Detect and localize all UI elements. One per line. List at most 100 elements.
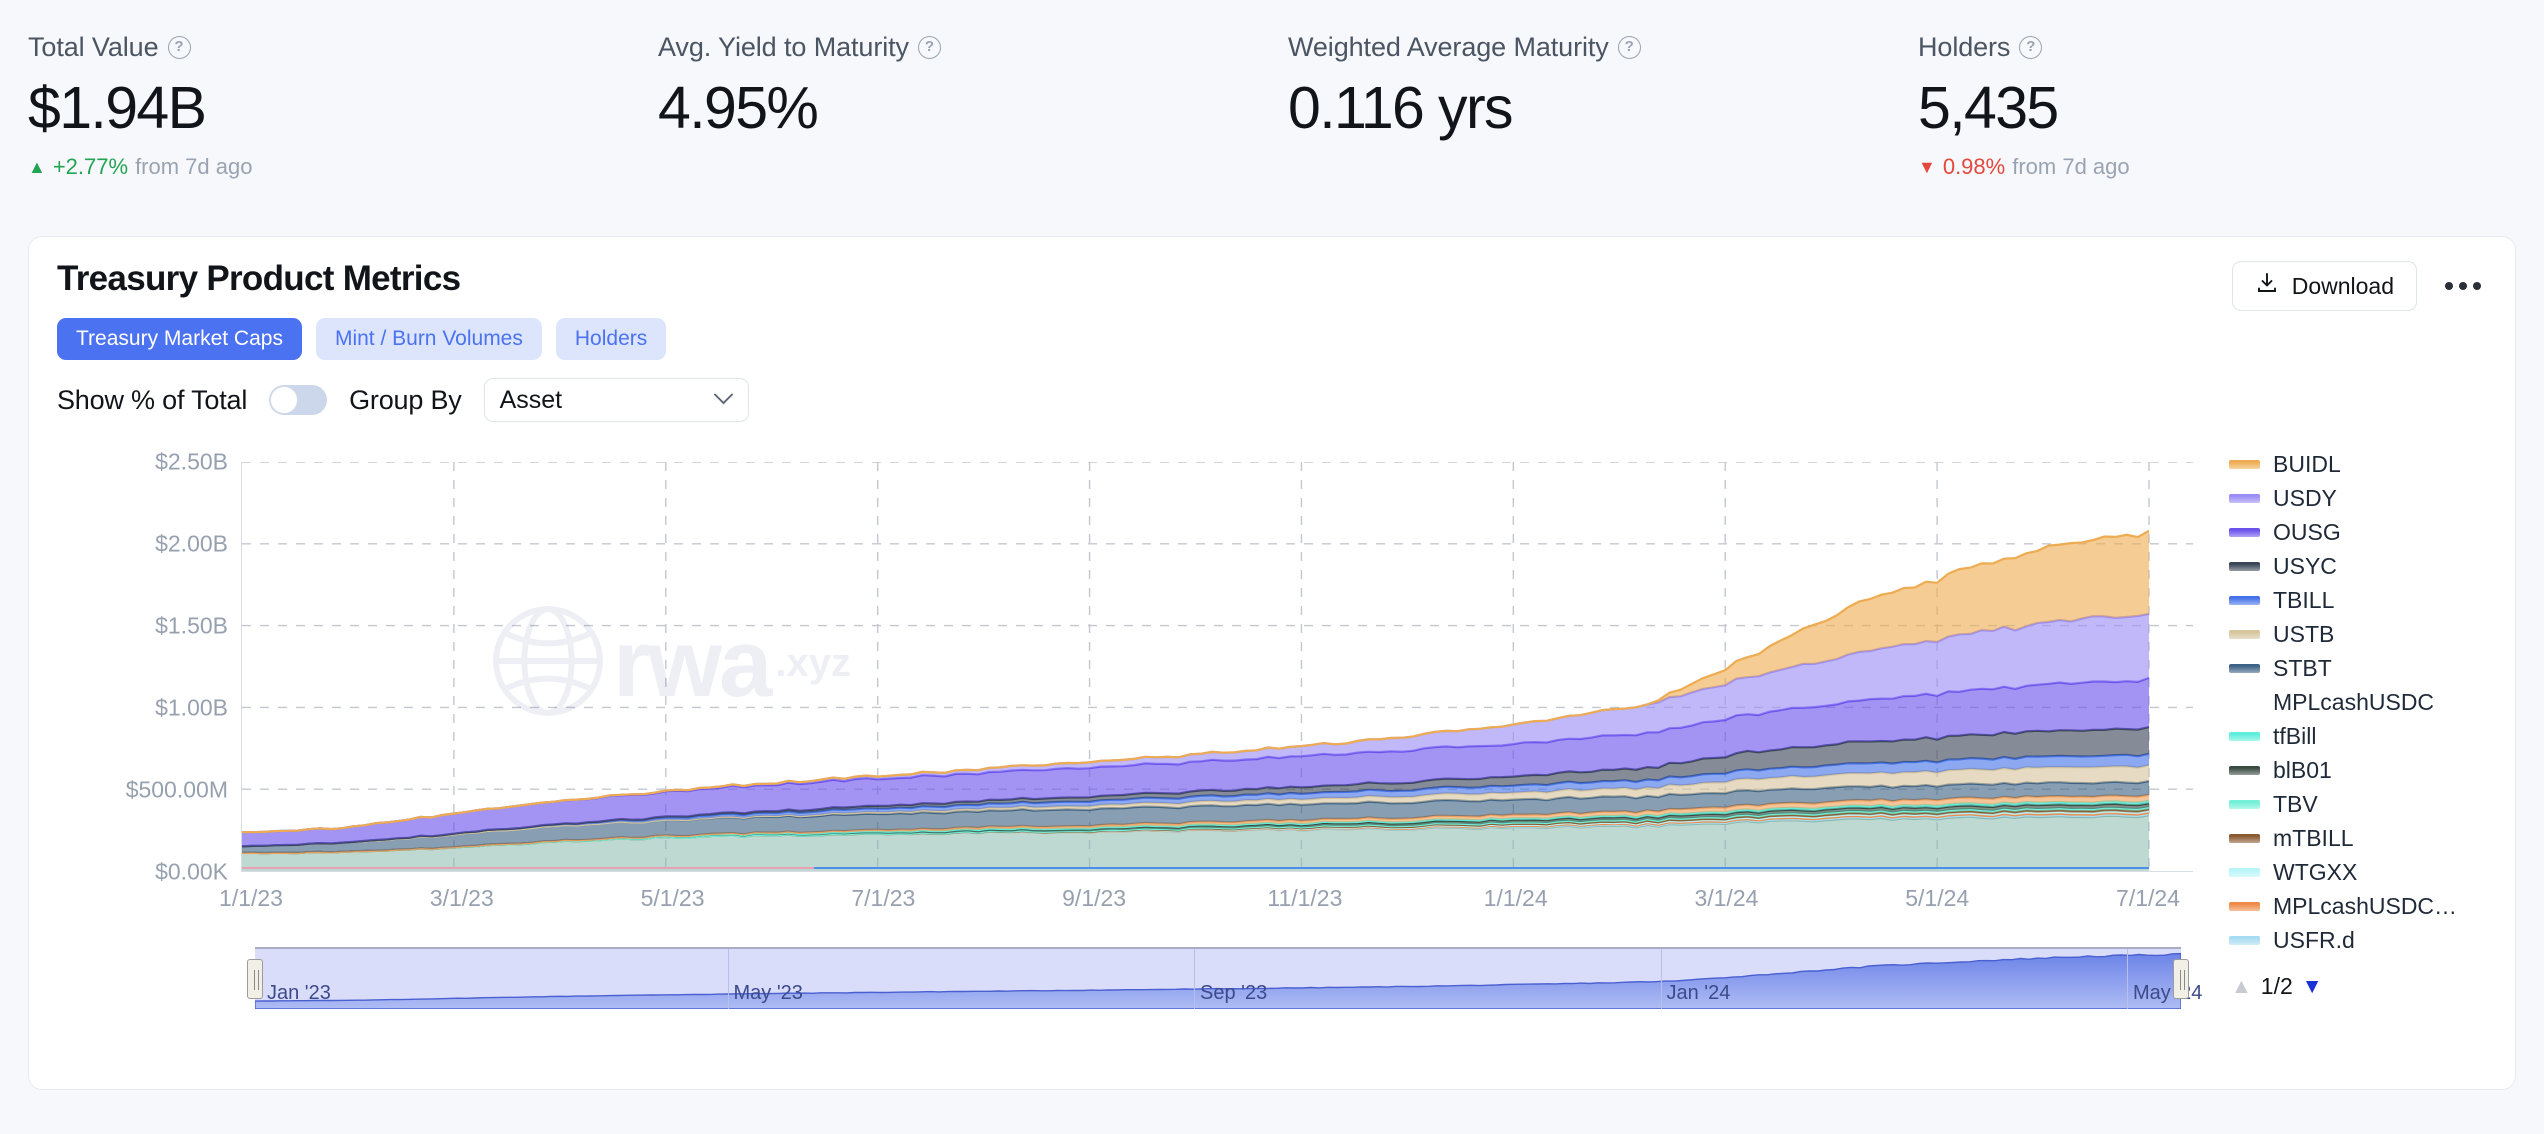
triangle-down-icon[interactable]: ▼ (2302, 975, 2323, 999)
legend-item[interactable]: USFR.d (2229, 923, 2509, 957)
tab-holders[interactable]: Holders (556, 318, 666, 360)
plot-svg (242, 462, 2193, 871)
stacked-area-plot[interactable] (241, 462, 2193, 872)
legend-color-swatch (2229, 902, 2260, 911)
range-tick (1194, 949, 1195, 1009)
kpi-weighted-average-maturity: Weighted Average Maturity ? 0.116 yrs (1260, 30, 1890, 225)
x-axis-tick-label: 7/1/24 (2116, 885, 2180, 912)
x-axis-tick-label: 1/1/24 (1484, 885, 1548, 912)
triangle-up-icon[interactable]: ▲ (2231, 975, 2252, 999)
group-by-select[interactable]: Asset (484, 378, 749, 422)
range-handle-left[interactable] (247, 959, 263, 999)
legend-color-swatch (2229, 664, 2260, 673)
legend-color-swatch (2229, 494, 2260, 503)
legend-item[interactable]: USTB (2229, 617, 2509, 651)
legend-item[interactable]: MPLcashUSDC (2229, 685, 2509, 719)
kpi-delta: ▲ +2.77% from 7d ago (28, 154, 630, 180)
kpi-label: Holders (1918, 32, 2010, 63)
legend-item[interactable]: USYC (2229, 549, 2509, 583)
download-label: Download (2292, 273, 2394, 300)
legend-item-label: WTGXX (2273, 859, 2357, 886)
x-axis-tick-label: 3/1/23 (430, 885, 494, 912)
legend-color-swatch (2229, 766, 2260, 775)
x-axis-tick-label: 1/1/23 (219, 885, 283, 912)
legend-item-label: USFR.d (2273, 927, 2355, 954)
x-axis-tick-label: 5/1/24 (1905, 885, 1969, 912)
legend-item-label: TBILL (2273, 587, 2334, 614)
legend-color-swatch (2229, 834, 2260, 843)
range-handle-right[interactable] (2173, 959, 2189, 999)
chart-legend: BUIDL USDY OUSG USYC TBILL USTB STBT MPLcashUSD… (2229, 447, 2509, 1000)
chart-controls: Show % of Total Group By Asset (57, 378, 2487, 422)
help-circle-icon[interactable]: ? (168, 36, 191, 59)
legend-item-label: OUSG (2273, 519, 2341, 546)
tab-treasury-market-caps[interactable]: Treasury Market Caps (57, 318, 302, 360)
legend-item[interactable]: BUIDL (2229, 447, 2509, 481)
legend-item[interactable]: STBT (2229, 651, 2509, 685)
treasury-product-metrics-card: Treasury Product Metrics Treasury Market… (28, 236, 2516, 1090)
kpi-value: $1.94B (28, 77, 630, 140)
legend-item[interactable]: USDY (2229, 481, 2509, 515)
help-circle-icon[interactable]: ? (2019, 36, 2042, 59)
group-by-label: Group By (349, 385, 461, 416)
legend-item-label: STBT (2273, 655, 2332, 682)
y-axis-tick-label: $2.00B (155, 531, 228, 558)
help-circle-icon[interactable]: ? (918, 36, 941, 59)
legend-item[interactable]: tfBill (2229, 719, 2509, 753)
help-circle-icon[interactable]: ? (1618, 36, 1641, 59)
legend-item-label: BUIDL (2273, 451, 2341, 478)
legend-color-swatch (2229, 630, 2260, 639)
kpi-delta-pct: +2.77% (53, 154, 128, 180)
chart-area: $2.50B$2.00B$1.50B$1.00B$500.00M$0.00K r… (29, 447, 2517, 1091)
y-axis-tick-label: $1.00B (155, 695, 228, 722)
triangle-up-icon: ▲ (28, 158, 46, 176)
legend-color-swatch (2229, 732, 2260, 741)
legend-item-label: USYC (2273, 553, 2337, 580)
kpi-label: Total Value (28, 32, 159, 63)
kpi-delta: ▼ 0.98% from 7d ago (1918, 154, 2520, 180)
range-tick-label: Jan '23 (267, 982, 331, 1005)
chevron-down-icon (714, 389, 733, 411)
x-axis-labels: 1/1/233/1/235/1/237/1/239/1/2311/1/231/1… (241, 885, 2193, 921)
show-percent-toggle[interactable] (269, 385, 327, 415)
ellipsis-icon[interactable] (2439, 272, 2487, 300)
x-axis-tick-label: 11/1/23 (1267, 885, 1342, 912)
x-axis-tick-label: 5/1/23 (641, 885, 705, 912)
kpi-value: 0.116 yrs (1288, 77, 1890, 140)
range-selector[interactable]: Jan '23May '23Sep '23Jan '24May '24 (255, 947, 2181, 1009)
x-axis-tick-label: 7/1/23 (851, 885, 915, 912)
legend-item[interactable]: blB01 (2229, 753, 2509, 787)
x-axis-tick-label: 3/1/24 (1694, 885, 1758, 912)
show-percent-label: Show % of Total (57, 385, 247, 416)
kpi-label: Avg. Yield to Maturity (658, 32, 909, 63)
range-tick (2127, 949, 2128, 1009)
kpi-total-value: Total Value ? $1.94B ▲ +2.77% from 7d ag… (0, 30, 630, 225)
dot (2445, 282, 2453, 290)
kpi-label-row: Total Value ? (28, 30, 630, 64)
kpi-label-row: Avg. Yield to Maturity ? (658, 30, 1260, 64)
page-title: Treasury Product Metrics (57, 259, 2487, 299)
legend-color-swatch (2229, 528, 2260, 537)
legend-item-label: mTBILL (2273, 825, 2354, 852)
legend-item-label: TBV (2273, 791, 2318, 818)
legend-item[interactable]: TBV (2229, 787, 2509, 821)
legend-page-indicator: 1/2 (2261, 973, 2293, 1000)
legend-color-swatch (2229, 800, 2260, 809)
legend-item[interactable]: TBILL (2229, 583, 2509, 617)
dot (2473, 282, 2481, 290)
kpi-avg-yield-to-maturity: Avg. Yield to Maturity ? 4.95% (630, 30, 1260, 225)
legend-item[interactable]: MPLcashUSDC… (2229, 889, 2509, 923)
download-button[interactable]: Download (2232, 261, 2417, 311)
legend-item[interactable]: OUSG (2229, 515, 2509, 549)
y-axis-tick-label: $500.00M (126, 777, 228, 804)
legend-item-label: USTB (2273, 621, 2334, 648)
legend-pager: ▲ 1/2 ▼ (2231, 973, 2509, 1000)
kpi-value: 5,435 (1918, 77, 2520, 140)
y-axis-tick-label: $2.50B (155, 449, 228, 476)
legend-item[interactable]: WTGXX (2229, 855, 2509, 889)
tab-mint-burn-volumes[interactable]: Mint / Burn Volumes (316, 318, 542, 360)
range-tick (728, 949, 729, 1009)
triangle-down-icon: ▼ (1918, 158, 1936, 176)
legend-item[interactable]: mTBILL (2229, 821, 2509, 855)
kpi-value: 4.95% (658, 77, 1260, 140)
